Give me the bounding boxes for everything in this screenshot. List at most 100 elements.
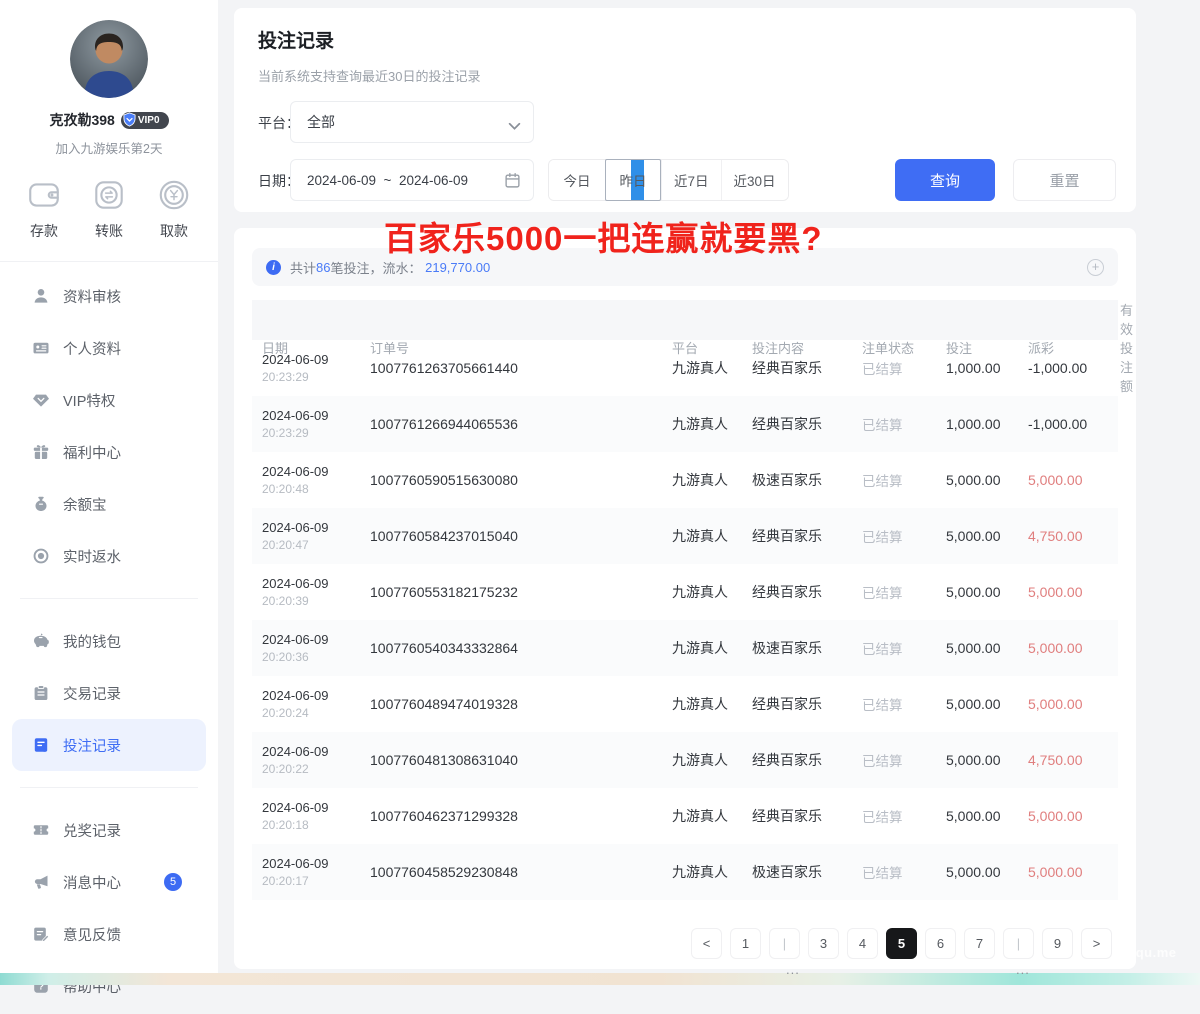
cell-status: 已结算 xyxy=(852,750,936,770)
page-button-9[interactable]: 9 xyxy=(1042,928,1073,959)
sidebar-item-label: VIP特权 xyxy=(63,390,115,411)
cell-time-value: 20:20:17 xyxy=(262,874,360,888)
sidebar-item-transaction-records[interactable]: 交易记录 xyxy=(12,667,206,719)
cell-bet-content: 经典百家乐 xyxy=(742,358,852,378)
quick-date-button-1[interactable]: 昨日 xyxy=(605,159,661,201)
sidebar-item-profile-audit[interactable]: 资料审核 xyxy=(12,270,206,322)
quick-actions: 存款转账取款 xyxy=(0,177,218,241)
unread-badge: 5 xyxy=(164,873,182,891)
cell-bet-content: 极速百家乐 xyxy=(742,470,852,490)
cell-valid-amount: 5,000.00 xyxy=(1110,472,1120,488)
table-row: 2024-06-0920:20:221007760481308631040九游真… xyxy=(252,732,1118,788)
sidebar-item-label: 意见反馈 xyxy=(63,924,121,945)
quick-action-deposit[interactable]: 存款 xyxy=(26,177,62,241)
circled-plus-icon[interactable]: + xyxy=(1087,259,1104,276)
summary-turnover: 219,770.00 xyxy=(422,260,491,275)
cell-status: 已结算 xyxy=(852,470,936,490)
sidebar-item-vip-privilege[interactable]: VIP特权 xyxy=(12,374,206,426)
menu-group: 我的钱包交易记录投注记录 xyxy=(12,613,206,773)
page-button-1[interactable]: 1 xyxy=(730,928,761,959)
cell-platform: 九游真人 xyxy=(662,750,742,770)
cell-time-value: 20:20:48 xyxy=(262,482,360,496)
quick-action-withdraw[interactable]: 取款 xyxy=(156,177,192,241)
date-range-picker[interactable]: 2024-06-09 ~ 2024-06-09 xyxy=(290,159,534,201)
platform-select[interactable]: 全部 xyxy=(290,101,534,143)
cell-time-value: 20:20:36 xyxy=(262,650,360,664)
cell-platform: 九游真人 xyxy=(662,582,742,602)
sidebar-item-bet-records[interactable]: 投注记录 xyxy=(12,719,206,771)
sidebar-item-my-wallet[interactable]: 我的钱包 xyxy=(12,615,206,667)
sidebar-item-realtime-rebate[interactable]: 实时返水 xyxy=(12,530,206,582)
cell-status: 已结算 xyxy=(852,638,936,658)
cell-platform: 九游真人 xyxy=(662,862,742,882)
page-button-3[interactable]: 3 xyxy=(808,928,839,959)
divider xyxy=(0,261,218,262)
table-row: 2024-06-0920:20:391007760553182175232九游真… xyxy=(252,564,1118,620)
sidebar-item-label: 兑奖记录 xyxy=(63,820,121,841)
ellipsis-button[interactable]: | xyxy=(769,928,800,959)
reset-button[interactable]: 重置 xyxy=(1013,159,1116,201)
gift-icon xyxy=(32,443,50,461)
sidebar-item-feedback[interactable]: 意见反馈 xyxy=(12,908,206,960)
cell-order-no: 1007760458529230848 xyxy=(360,864,662,880)
cell-date: 2024-06-0920:23:29 xyxy=(252,352,360,384)
cell-bet-amount: 5,000.00 xyxy=(936,584,1018,600)
cell-time-value: 20:23:29 xyxy=(262,426,360,440)
cell-date: 2024-06-09 20:23:29 xyxy=(252,408,360,440)
quick-date-button-2[interactable]: 近7日 xyxy=(661,160,721,200)
cell-platform: 九游真人 xyxy=(662,638,742,658)
quick-date-label: 近30日 xyxy=(734,170,776,190)
cell-date: 2024-06-09 20:20:17 xyxy=(252,856,360,888)
quick-action-transfer[interactable]: 转账 xyxy=(91,177,127,241)
cell-order-no: 1007760584237015040 xyxy=(360,528,662,544)
quick-date-button-0[interactable]: 今日 xyxy=(549,160,605,200)
sidebar-item-yuebao[interactable]: 余额宝 xyxy=(12,478,206,530)
page-button-6[interactable]: 6 xyxy=(925,928,956,959)
sidebar-item-prize-records[interactable]: 兑奖记录 xyxy=(12,804,206,856)
cell-bet-content: 经典百家乐 xyxy=(742,750,852,770)
sidebar-item-welfare-center[interactable]: 福利中心 xyxy=(12,426,206,478)
page-button-7[interactable]: 7 xyxy=(964,928,995,959)
sidebar-item-personal-info[interactable]: 个人资料 xyxy=(12,322,206,374)
ellipsis-dots: ... xyxy=(1016,962,1030,977)
cell-platform: 九游真人 xyxy=(662,526,742,546)
sidebar-item-help-center[interactable]: ?帮助中心 xyxy=(12,960,206,1012)
cell-date: 2024-06-0920:20:47 xyxy=(252,520,360,552)
cell-date-value: 2024-06-09 xyxy=(262,856,360,871)
vip-badge[interactable]: VIP0 xyxy=(121,112,169,129)
avatar[interactable] xyxy=(70,20,148,98)
cell-date-value: 2024-06-09 xyxy=(262,464,360,479)
sidebar-item-label: 投注记录 xyxy=(63,735,121,756)
sidebar-item-message-center[interactable]: 消息中心 5 xyxy=(12,856,206,908)
cell-valid-amount: 5,000.00 xyxy=(1110,864,1120,880)
cell-date: 2024-06-09 20:20:48 xyxy=(252,464,360,496)
next-page-button[interactable]: > xyxy=(1081,928,1112,959)
cell-date-value: 2024-06-09 xyxy=(262,408,360,423)
cell-order-no: 1007760540343332864 xyxy=(360,640,662,656)
vip-shield-icon xyxy=(122,112,137,127)
sidebar-item-label: 消息中心 xyxy=(63,872,121,893)
cell-order-no: 1007761266944065536 xyxy=(360,416,662,432)
cell-date: 2024-06-0920:20:39 xyxy=(252,576,360,608)
cell-date-value: 2024-06-09 xyxy=(262,576,360,591)
cell-date: 2024-06-0920:20:24 xyxy=(252,688,360,720)
menu-group: 资料审核个人资料 VIP特权福利中心余额宝实时返水 xyxy=(12,268,206,584)
table-row: 2024-06-0920:23:291007761266944065536九游真… xyxy=(252,396,1118,452)
sidebar: 克孜勒398 VIP0 加入九游娱乐第2天 存款转账取款 资料审核个人资料VIP… xyxy=(0,0,218,985)
cell-time-value: 20:23:29 xyxy=(262,370,360,384)
sidebar-item-label: 资料审核 xyxy=(63,286,121,307)
cell-platform: 九游真人 xyxy=(662,806,742,826)
quick-date-button-3[interactable]: 近30日 xyxy=(721,160,788,200)
sidebar-menu: 资料审核个人资料 VIP特权福利中心余额宝实时返水我的钱包交易记录投注记录兑奖记录… xyxy=(0,268,218,1014)
cell-valid-amount: 4,750.00 xyxy=(1110,752,1120,768)
summary-middle: 笔投注，流水： xyxy=(330,258,421,277)
cell-bet-amount: 5,000.00 xyxy=(936,696,1018,712)
cell-bet-amount: 1,000.00 xyxy=(936,360,1018,376)
sidebar-item-label: 福利中心 xyxy=(63,442,121,463)
prev-page-button[interactable]: < xyxy=(691,928,722,959)
page-button-5[interactable]: 5 xyxy=(886,928,917,959)
search-button[interactable]: 查询 xyxy=(895,159,995,201)
cell-status: 已结算 xyxy=(852,806,936,826)
page-button-4[interactable]: 4 xyxy=(847,928,878,959)
ellipsis-button[interactable]: | xyxy=(1003,928,1034,959)
